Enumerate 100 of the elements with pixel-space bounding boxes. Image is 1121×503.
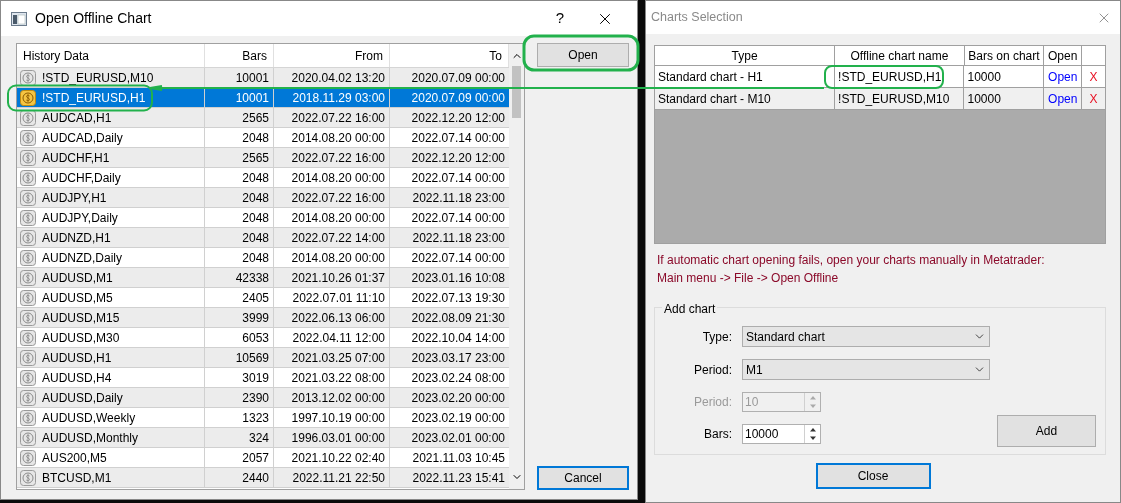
table-cell-text: AUDNZD,Daily	[42, 249, 122, 267]
coin-icon	[20, 249, 36, 266]
table-row[interactable]: AUDCAD,Daily 2048 2014.08.20 00:00 2022.07.14 00:00	[17, 128, 509, 148]
delete-button[interactable]: X	[1089, 89, 1098, 108]
coin-icon	[20, 269, 36, 286]
table-row[interactable]: AUDJPY,Daily 2048 2014.08.20 00:00 2022.07.14 00:00	[17, 208, 509, 228]
table-cell: 2020.04.02 13:20	[274, 68, 390, 87]
help-button[interactable]: ?	[545, 7, 575, 30]
table-cell-text: 2020.07.09 00:00	[410, 89, 506, 107]
table-cell-text: 2023.02.19 00:00	[410, 409, 506, 427]
coin-icon	[20, 169, 36, 186]
coin-icon	[20, 369, 36, 386]
table-cell: Standard chart - M10	[655, 88, 836, 109]
table-cell: Standard chart - H1	[655, 66, 836, 87]
table-cell: 10001	[205, 88, 274, 107]
table-cell-text: 2022.11.18 23:00	[411, 189, 506, 207]
table-cell-text: !STD_EURUSD,M10	[42, 69, 154, 87]
table-cell: 2018.11.29 03:00	[274, 88, 390, 107]
table-cell-text: AUDUSD,Monthly	[42, 429, 139, 447]
add-button[interactable]: Add	[997, 415, 1096, 447]
table-cell: 2022.06.13 06:00	[274, 308, 390, 327]
column-header[interactable]: Bars	[205, 44, 274, 67]
window-icon	[11, 11, 27, 26]
coin-icon	[20, 189, 36, 206]
table-cell: 2021.03.22 08:00	[274, 368, 390, 387]
table-row[interactable]: AUDNZD,H1 2048 2022.07.22 14:00 2022.11.18 23:00	[17, 228, 509, 248]
table-cell: 2014.08.20 00:00	[274, 248, 390, 267]
table-row[interactable]: !STD_EURUSD,M10 10001 2020.04.02 13:20 2020.07.09 00:00	[17, 68, 509, 88]
table-cell-text: 2023.03.17 23:00	[410, 349, 506, 367]
table-cell-text: 2021.11.03 10:45	[411, 449, 506, 467]
table-row[interactable]: AUDUSD,Weekly 1323 1997.10.19 00:00 2023.02.19 00:00	[17, 408, 509, 428]
column-header: Type	[655, 46, 836, 65]
table-row[interactable]: AUDJPY,H1 2048 2022.07.22 16:00 2022.11.18 23:00	[17, 188, 509, 208]
column-header[interactable]: History Data	[17, 44, 205, 67]
note-text: If automatic chart opening fails, open your charts manually in Metatrader:	[657, 253, 1046, 267]
field-label: Period:	[692, 394, 732, 411]
table-cell: 2014.08.20 00:00	[274, 168, 390, 187]
scrollbar[interactable]	[509, 44, 524, 489]
open-link[interactable]: Open	[1048, 89, 1078, 108]
table-cell-text: 2020.07.09 00:00	[410, 69, 506, 87]
table-row[interactable]: AUDCHF,Daily 2048 2014.08.20 00:00 2022.07.14 00:00	[17, 168, 509, 188]
table-cell: 10000	[964, 88, 1045, 109]
table-cell: 2405	[205, 288, 274, 307]
dropdown[interactable]: Standard chart	[742, 326, 990, 347]
table-cell: 2048	[205, 128, 274, 147]
table-cell: 2565	[205, 108, 274, 127]
table-cell-text: 2022.10.04 14:00	[410, 329, 506, 347]
table-cell-text: AUDUSD,M5	[42, 289, 113, 307]
table-cell-text: 2022.07.14 00:00	[410, 209, 506, 227]
table-cell: 6053	[205, 328, 274, 347]
table-row[interactable]: AUDCAD,H1 2565 2022.07.22 16:00 2022.12.20 12:00	[17, 108, 509, 128]
delete-button[interactable]: X	[1089, 67, 1098, 86]
table-cell-text: BTCUSD,M1	[42, 469, 112, 487]
table-row[interactable]: AUDUSD,M15 3999 2022.06.13 06:00 2022.08.09 21:30	[17, 308, 509, 328]
open-link[interactable]: Open	[1048, 67, 1078, 86]
table-cell: 2014.08.20 00:00	[274, 208, 390, 227]
dropdown[interactable]: M1	[742, 359, 990, 380]
table-row[interactable]: BTCUSD,M1 2440 2022.11.21 22:50 2022.11.23 15:41	[17, 468, 509, 488]
table-row[interactable]: AUDUSD,Monthly 324 1996.03.01 00:00 2023.02.01 00:00	[17, 428, 509, 448]
table-row[interactable]: AUDUSD,M5 2405 2022.07.01 11:10 2022.07.13 19:30	[17, 288, 509, 308]
table-row[interactable]: AUDUSD,Daily 2390 2013.12.02 00:00 2023.02.20 00:00	[17, 388, 509, 408]
table-cell-text: AUDUSD,Weekly	[42, 409, 136, 427]
coin-icon	[20, 289, 36, 306]
table-cell-text: 2023.01.16 10:08	[410, 269, 506, 287]
table-cell: 2022.07.22 16:00	[274, 148, 390, 167]
table-cell-text: AUDCHF,H1	[42, 149, 110, 167]
open-button[interactable]: Open	[537, 43, 629, 67]
table-cell-text: 2022.12.20 12:00	[410, 109, 506, 127]
table-cell: 2022.11.21 22:50	[274, 468, 390, 487]
table-cell: 42338	[205, 268, 274, 287]
table-row[interactable]: AUDUSD,M30 6053 2022.04.11 12:00 2022.10.04 14:00	[17, 328, 509, 348]
table-cell-text: AUDUSD,M30	[42, 329, 120, 347]
close-button[interactable]: Close	[815, 463, 931, 489]
table-row[interactable]: AUDUSD,M1 42338 2021.10.26 01:37 2023.01.16 10:08	[17, 268, 509, 288]
column-header[interactable]: From	[274, 44, 390, 67]
table-cell: 2021.10.26 01:37	[274, 268, 390, 287]
table-row[interactable]: AUDNZD,Daily 2048 2014.08.20 00:00 2022.07.14 00:00	[17, 248, 509, 268]
table-row[interactable]: !STD_EURUSD,H1 10001 2018.11.29 03:00 2020.07.09 00:00	[17, 88, 509, 108]
table-row[interactable]: AUS200,M5 2057 2021.10.22 02:40 2021.11.03 10:45	[17, 448, 509, 468]
table-cell: 2022.07.22 14:00	[274, 228, 390, 247]
coin-icon	[20, 229, 36, 246]
table-cell: 2021.10.22 02:40	[274, 448, 390, 467]
table-cell-text: AUDJPY,H1	[42, 189, 107, 207]
table-cell-text: AUDUSD,M15	[42, 309, 120, 327]
table-cell-text: 2022.07.14 00:00	[410, 129, 506, 147]
table-cell: 2565	[205, 148, 274, 167]
scroll-thumb[interactable]	[512, 66, 521, 118]
table-cell-text: AUDCAD,Daily	[42, 129, 123, 147]
column-header: Bars on chart	[964, 46, 1045, 65]
column-header: Open	[1044, 46, 1083, 65]
table-cell: 10001	[205, 68, 274, 87]
column-header: Offline chart name	[835, 46, 965, 65]
table-cell: 324	[205, 428, 274, 447]
table-row[interactable]: AUDCHF,H1 2565 2022.07.22 16:00 2022.12.20 12:00	[17, 148, 509, 168]
table-row[interactable]: AUDUSD,H4 3019 2021.03.22 08:00 2023.02.24 08:00	[17, 368, 509, 388]
cancel-button[interactable]: Cancel	[537, 466, 629, 490]
table-cell-text: AUS200,M5	[42, 449, 107, 467]
table-row[interactable]: AUDUSD,H1 10569 2021.03.25 07:00 2023.03.17 23:00	[17, 348, 509, 368]
field-label: Type:	[701, 328, 732, 346]
number-field[interactable]: 10000	[742, 424, 821, 444]
